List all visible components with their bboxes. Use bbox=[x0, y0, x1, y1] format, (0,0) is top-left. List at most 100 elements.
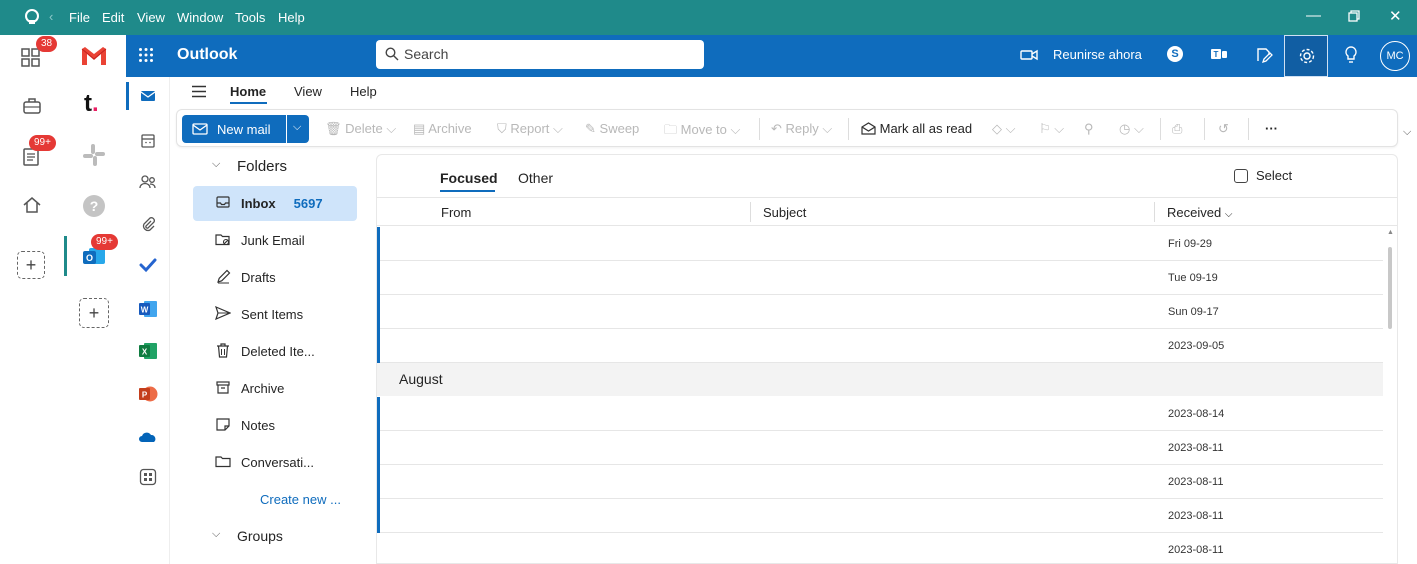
select-button[interactable]: Select bbox=[1234, 168, 1292, 183]
mail-row[interactable]: Sun 09-17 bbox=[377, 295, 1383, 329]
close-icon[interactable]: ✕ bbox=[1389, 7, 1402, 25]
groups-header[interactable]: Groups bbox=[237, 528, 283, 544]
help-circle-icon[interactable]: ? bbox=[83, 195, 105, 217]
ribbon-expand-icon[interactable]: ⌵ bbox=[1403, 126, 1411, 139]
svg-text:X: X bbox=[142, 348, 148, 357]
new-mail-button[interactable]: New mail bbox=[182, 115, 286, 143]
mail-row[interactable]: 2023-08-11 bbox=[377, 465, 1383, 499]
reply-button[interactable]: ↶ Reply ⌵ bbox=[771, 121, 832, 137]
mail-row[interactable]: 2023-09-05 bbox=[377, 329, 1383, 363]
column-from[interactable]: From bbox=[441, 205, 471, 220]
folder-junk-email[interactable]: Junk Email bbox=[193, 223, 357, 258]
app-launcher-icon[interactable] bbox=[138, 47, 154, 63]
column-divider[interactable] bbox=[1154, 202, 1155, 222]
folder-drafts[interactable]: Drafts bbox=[193, 260, 357, 295]
mail-date: 2023-08-14 bbox=[1168, 408, 1225, 420]
menu-view[interactable]: View bbox=[137, 10, 165, 25]
trello-t-icon[interactable]: t. bbox=[84, 90, 99, 118]
mail-row[interactable]: 2023-08-11 bbox=[377, 431, 1383, 465]
hamburger-menu-icon[interactable] bbox=[191, 85, 207, 98]
folder-move-icon: 🗀 bbox=[664, 122, 678, 137]
onedrive-icon[interactable] bbox=[138, 427, 158, 447]
mail-row[interactable]: Fri 09-29 bbox=[377, 227, 1383, 261]
column-subject[interactable]: Subject bbox=[763, 205, 806, 220]
folder-deleted-items[interactable]: Deleted Ite... bbox=[193, 334, 357, 369]
checkbox-icon bbox=[1234, 168, 1248, 183]
restore-icon[interactable] bbox=[1348, 9, 1360, 26]
mail-row[interactable]: 2023-08-11 bbox=[377, 533, 1383, 564]
mail-row[interactable]: 2023-08-14 bbox=[377, 397, 1383, 431]
gmail-icon[interactable] bbox=[80, 45, 108, 67]
meet-now-button[interactable]: Reunirse ahora bbox=[1053, 47, 1142, 62]
folder-sent-items[interactable]: Sent Items bbox=[193, 297, 357, 332]
scrollbar-thumb[interactable] bbox=[1388, 247, 1392, 329]
briefcase-icon[interactable] bbox=[22, 97, 42, 115]
mail-row[interactable]: Tue 09-19 bbox=[377, 261, 1383, 295]
tab-focused[interactable]: Focused bbox=[440, 170, 498, 186]
tab-help[interactable]: Help bbox=[350, 84, 377, 99]
new-mail-label: New mail bbox=[217, 122, 271, 137]
move-to-button[interactable]: 🗀 Move to ⌵ bbox=[664, 121, 740, 143]
settings-button[interactable] bbox=[1284, 35, 1328, 77]
archive-button[interactable]: ▤ Archive bbox=[413, 121, 472, 137]
mark-all-read-button[interactable]: Mark all as read bbox=[861, 121, 972, 136]
menu-edit[interactable]: Edit bbox=[102, 10, 124, 25]
skype-icon[interactable]: S bbox=[1167, 46, 1183, 62]
tab-other[interactable]: Other bbox=[518, 170, 553, 186]
report-button[interactable]: ⛉ Report ⌵ bbox=[497, 121, 563, 137]
minimize-icon[interactable]: — bbox=[1306, 7, 1321, 24]
people-icon[interactable] bbox=[138, 172, 158, 192]
add-service-button[interactable]: + bbox=[79, 298, 109, 328]
mail-row[interactable]: 2023-08-11 bbox=[377, 499, 1383, 533]
tag-button[interactable]: ◇ ⌵ bbox=[992, 121, 1015, 137]
app-logo-icon[interactable] bbox=[23, 8, 41, 26]
folders-header[interactable]: Folders bbox=[237, 158, 287, 175]
scrollbar[interactable]: ▲ bbox=[1385, 227, 1395, 564]
column-received[interactable]: Received ⌵ bbox=[1167, 205, 1232, 220]
todo-check-icon[interactable] bbox=[138, 255, 158, 275]
more-apps-icon[interactable] bbox=[138, 467, 158, 487]
menu-help[interactable]: Help bbox=[278, 10, 305, 25]
lightbulb-icon[interactable] bbox=[1343, 45, 1359, 65]
menu-window[interactable]: Window bbox=[177, 10, 223, 25]
folder-inbox[interactable]: Inbox 5697 bbox=[193, 186, 357, 221]
print-button[interactable]: ⎙ bbox=[1172, 121, 1182, 137]
word-icon[interactable]: W bbox=[138, 299, 158, 319]
column-divider[interactable] bbox=[750, 202, 751, 222]
mail-icon[interactable] bbox=[138, 86, 158, 106]
slack-icon[interactable] bbox=[81, 142, 107, 168]
scroll-up-icon[interactable]: ▲ bbox=[1387, 229, 1394, 236]
chevron-down-icon[interactable]: ⌵ bbox=[212, 158, 220, 171]
add-app-button[interactable]: + bbox=[17, 251, 45, 279]
pin-button[interactable]: ⚲ bbox=[1084, 121, 1094, 137]
folder-conversation-history[interactable]: Conversati... bbox=[193, 445, 357, 480]
delete-button[interactable]: 🗑 Delete ⌵ bbox=[325, 121, 396, 137]
avatar[interactable]: MC bbox=[1380, 41, 1410, 71]
group-header[interactable]: August bbox=[377, 363, 1383, 396]
folder-notes[interactable]: Notes bbox=[193, 408, 357, 443]
snooze-button[interactable]: ◷ ⌵ bbox=[1119, 121, 1144, 137]
teams-icon[interactable]: T bbox=[1210, 46, 1228, 62]
folder-archive[interactable]: Archive bbox=[193, 371, 357, 406]
sweep-button[interactable]: ✎ Sweep bbox=[585, 121, 639, 137]
excel-icon[interactable]: X bbox=[138, 341, 158, 361]
search-input[interactable]: Search bbox=[376, 40, 704, 69]
menu-file[interactable]: File bbox=[69, 10, 90, 25]
undo-button[interactable]: ↺ bbox=[1218, 121, 1229, 137]
more-options-button[interactable]: ··· bbox=[1265, 121, 1278, 136]
move-to-label: Move to bbox=[680, 122, 727, 137]
chevron-down-icon[interactable]: ⌵ bbox=[212, 528, 220, 541]
new-mail-dropdown[interactable]: ⌵ bbox=[287, 115, 309, 143]
home-icon[interactable] bbox=[22, 195, 42, 215]
tab-view[interactable]: View bbox=[294, 84, 322, 99]
powerpoint-icon[interactable]: P bbox=[138, 384, 158, 404]
menu-tools[interactable]: Tools bbox=[235, 10, 265, 25]
tab-home[interactable]: Home bbox=[230, 84, 266, 99]
calendar-icon[interactable] bbox=[138, 131, 158, 151]
back-arrow-icon[interactable]: ‹ bbox=[49, 9, 53, 24]
flag-button[interactable]: ⚐ ⌵ bbox=[1039, 121, 1064, 137]
edit-note-icon[interactable] bbox=[1255, 46, 1273, 64]
search-icon bbox=[385, 47, 399, 61]
create-new-folder-link[interactable]: Create new ... bbox=[260, 492, 341, 507]
attachment-icon[interactable] bbox=[138, 214, 158, 234]
